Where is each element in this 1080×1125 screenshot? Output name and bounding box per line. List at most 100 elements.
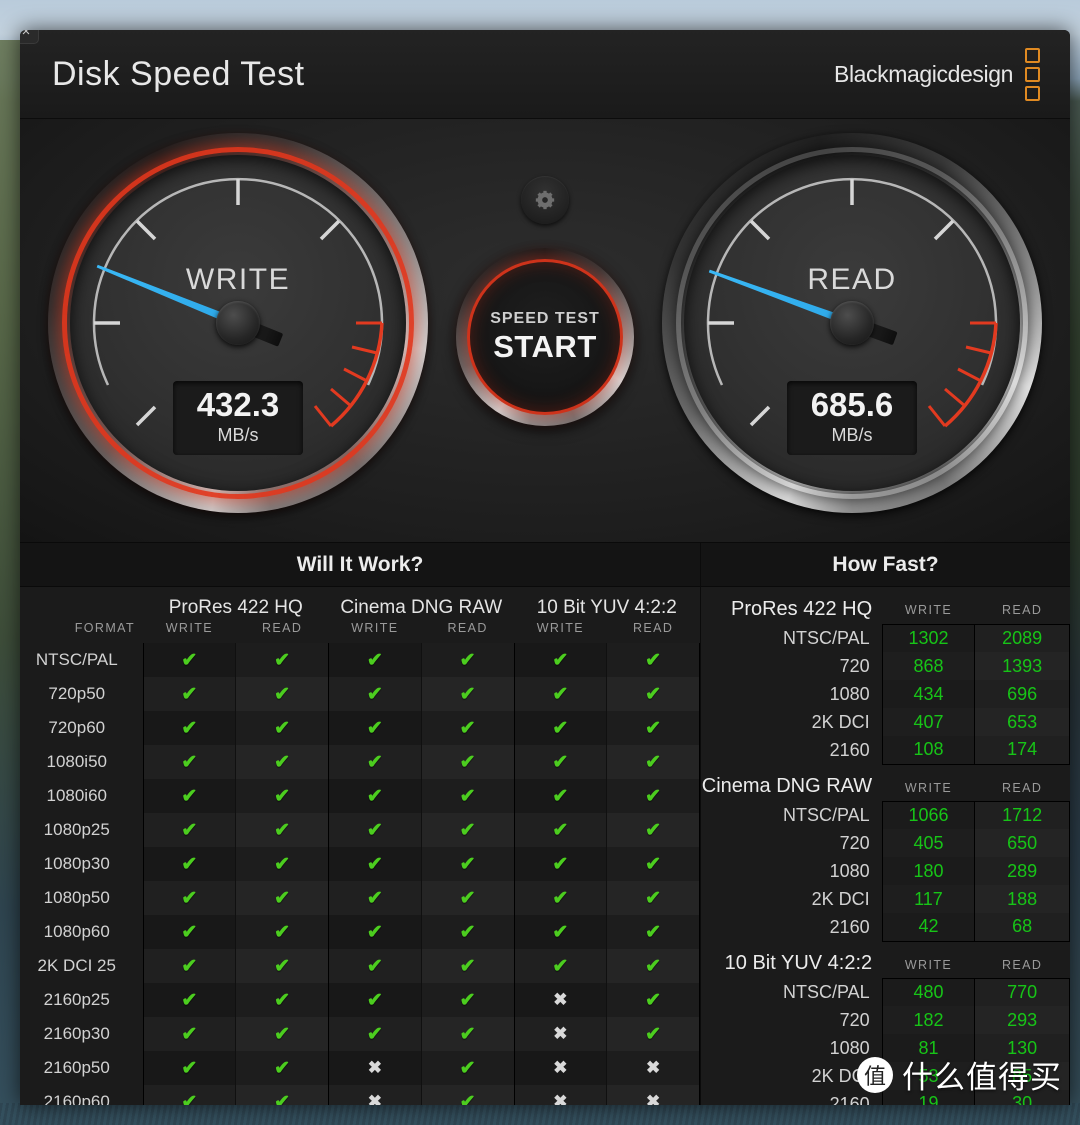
write-gauge-hub <box>216 301 260 345</box>
subheader-prores-write: WRITE <box>165 621 214 635</box>
status-check-icon: ✔ <box>420 643 514 677</box>
center-controls: SPEED TEST START <box>445 119 645 542</box>
how-fast-title: How Fast? <box>701 543 1070 587</box>
status-check-icon: ✔ <box>420 711 514 745</box>
resolution-label: 2160 <box>829 1093 870 1106</box>
table-row: 2160p30 ✔ ✔ ✔ ✔ ✖ ✔ <box>20 1017 700 1051</box>
spacer-cell <box>20 587 143 621</box>
status-check-icon: ✔ <box>513 847 607 881</box>
status-cross-icon: ✖ <box>328 1085 422 1105</box>
status-check-icon: ✔ <box>328 983 422 1017</box>
table-row: 2160 42 68 <box>701 913 1070 942</box>
will-it-work-body: NTSC/PAL ✔ ✔ ✔ ✔ ✔ ✔ 720p50 ✔ ✔ ✔ ✔ ✔ ✔ 720p60 ✔ ✔ ✔ ✔ ✔ ✔ 10… <box>20 643 700 1105</box>
write-value: 432.3 <box>196 386 280 423</box>
settings-button[interactable] <box>521 176 569 224</box>
read-gauge-face: READ 685.6 MB/s <box>684 155 1020 491</box>
status-check-icon: ✔ <box>513 915 607 949</box>
status-check-icon: ✔ <box>142 779 236 813</box>
table-row: 720p60 ✔ ✔ ✔ ✔ ✔ ✔ <box>20 711 700 745</box>
status-check-icon: ✔ <box>142 643 236 677</box>
format-label: 1080i50 <box>20 745 143 779</box>
table-row: 2K DCI 25 ✔ ✔ ✔ ✔ ✔ ✔ <box>20 949 700 983</box>
watermark: 值 什么值得买 <box>857 1052 1062 1097</box>
will-it-work-table: ProRes 422 HQ Cinema DNG RAW 10 Bit YUV … <box>20 587 700 1105</box>
how-fast-group-name: Cinema DNG RAW <box>701 775 873 797</box>
write-speed-value: 117 <box>881 885 975 913</box>
status-check-icon: ✔ <box>606 949 700 983</box>
table-row: 1080 434 696 <box>701 680 1070 708</box>
close-button[interactable]: × <box>20 30 39 44</box>
table-row: 1080p30 ✔ ✔ ✔ ✔ ✔ ✔ <box>20 847 700 881</box>
status-check-icon: ✔ <box>606 881 700 915</box>
format-label: 1080i60 <box>20 779 143 813</box>
table-row: 2160p25 ✔ ✔ ✔ ✔ ✖ ✔ <box>20 983 700 1017</box>
table-row: 720 868 1393 <box>701 652 1070 680</box>
table-row: 1080i60 ✔ ✔ ✔ ✔ ✔ ✔ <box>20 779 700 813</box>
status-check-icon: ✔ <box>420 983 514 1017</box>
write-readout: 432.3 MB/s <box>173 381 303 455</box>
status-check-icon: ✔ <box>328 949 422 983</box>
codec-header-row: ProRes 422 HQ Cinema DNG RAW 10 Bit YUV … <box>20 587 700 621</box>
status-check-icon: ✔ <box>606 677 700 711</box>
status-check-icon: ✔ <box>328 915 422 949</box>
subheader-prores-read: READ <box>261 621 303 635</box>
status-check-icon: ✔ <box>142 915 236 949</box>
read-speed-value: 68 <box>974 913 1070 942</box>
table-row: NTSC/PAL 1302 2089 <box>701 623 1070 652</box>
read-speed-value: 188 <box>974 885 1070 913</box>
format-label: 2160p50 <box>20 1051 143 1085</box>
how-fast-read-header: READ <box>1001 780 1043 795</box>
how-fast-table: ProRes 422 HQ WRITE READ NTSC/PAL 1302 2089 72… <box>701 587 1070 1105</box>
table-row: 1080p25 ✔ ✔ ✔ ✔ ✔ ✔ <box>20 813 700 847</box>
how-fast-read-header: READ <box>1001 957 1043 972</box>
page-title: Disk Speed Test <box>52 54 305 93</box>
write-speed-value: 180 <box>881 857 975 885</box>
status-check-icon: ✔ <box>606 745 700 779</box>
how-fast-write-header: WRITE <box>904 780 953 795</box>
table-row: NTSC/PAL ✔ ✔ ✔ ✔ ✔ ✔ <box>20 643 700 677</box>
write-speed-value: 868 <box>881 652 975 680</box>
read-speed-value: 174 <box>974 736 1070 765</box>
how-fast-group-name: ProRes 422 HQ <box>730 598 873 620</box>
resolution-label: 1080 <box>829 1037 870 1058</box>
format-label: 2160p60 <box>20 1085 143 1105</box>
write-speed-value: 1302 <box>881 623 975 652</box>
write-speed-value: 42 <box>881 913 975 942</box>
status-check-icon: ✔ <box>328 847 422 881</box>
how-fast-group-header: ProRes 422 HQ WRITE READ <box>701 587 1070 624</box>
write-speed-value: 480 <box>881 977 975 1006</box>
status-check-icon: ✔ <box>606 813 700 847</box>
start-button-label: START <box>493 328 597 364</box>
status-cross-icon: ✖ <box>606 1051 700 1085</box>
status-check-icon: ✔ <box>420 813 514 847</box>
status-check-icon: ✔ <box>328 881 422 915</box>
table-row: 720p50 ✔ ✔ ✔ ✔ ✔ ✔ <box>20 677 700 711</box>
status-check-icon: ✔ <box>513 949 607 983</box>
read-unit: MB/s <box>831 425 873 445</box>
status-cross-icon: ✖ <box>513 983 607 1017</box>
will-it-work-panel: Will It Work? ProRes 422 HQ Cinema DNG R… <box>20 543 701 1105</box>
status-check-icon: ✔ <box>235 745 329 779</box>
table-row: 2K DCI 407 653 <box>701 708 1070 736</box>
resolution-label: 2K DCI <box>811 1065 870 1086</box>
status-check-icon: ✔ <box>235 813 329 847</box>
codec-header-prores: ProRes 422 HQ <box>168 597 303 618</box>
write-speed-value: 407 <box>881 708 975 736</box>
read-speed-value: 653 <box>974 708 1070 736</box>
status-check-icon: ✔ <box>328 711 422 745</box>
write-gauge-face: WRITE 432.3 MB/s <box>70 155 406 491</box>
speed-test-start-button[interactable]: SPEED TEST START <box>456 248 634 426</box>
read-speed-value: 293 <box>974 1006 1070 1034</box>
how-fast-write-header: WRITE <box>904 957 953 972</box>
status-check-icon: ✔ <box>142 881 236 915</box>
status-check-icon: ✔ <box>142 847 236 881</box>
status-check-icon: ✔ <box>142 745 236 779</box>
desktop-wallpaper-water <box>0 1103 1080 1125</box>
resolution-label: 720 <box>839 832 870 853</box>
status-check-icon: ✔ <box>513 711 607 745</box>
resolution-label: 720 <box>839 1009 870 1030</box>
status-check-icon: ✔ <box>513 677 607 711</box>
format-label: 1080p50 <box>20 881 143 915</box>
status-check-icon: ✔ <box>235 711 329 745</box>
read-gauge: READ 685.6 MB/s <box>662 133 1042 513</box>
